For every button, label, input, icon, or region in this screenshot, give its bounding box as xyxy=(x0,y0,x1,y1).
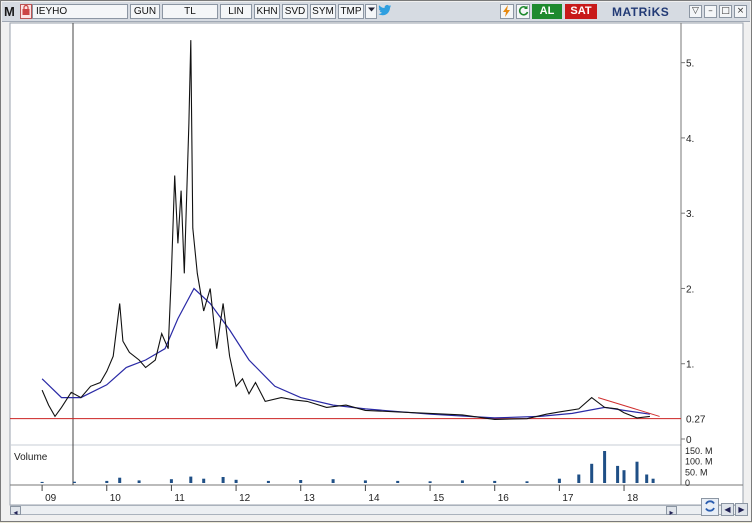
volume-bar xyxy=(525,481,529,483)
support-value-label: 0.27 xyxy=(686,415,706,426)
scroll-right-icon[interactable]: ▸ xyxy=(666,506,677,517)
volume-tick-label: 100. M xyxy=(685,457,713,467)
volume-tick-label: 150. M xyxy=(685,446,713,456)
volume-bar xyxy=(105,480,109,483)
sync-icon[interactable] xyxy=(701,498,719,516)
volume-bar xyxy=(169,479,173,483)
horizontal-scrollbar[interactable] xyxy=(10,505,743,515)
x-tick-label: 14 xyxy=(368,493,380,504)
volume-bar xyxy=(493,480,497,483)
volume-bar xyxy=(651,478,655,483)
volume-bar xyxy=(622,470,626,483)
x-tick-label: 12 xyxy=(239,493,251,504)
volume-bar xyxy=(363,480,367,483)
y-tick-label: 0 xyxy=(686,435,692,446)
x-tick-label: 18 xyxy=(627,493,639,504)
x-tick-label: 09 xyxy=(45,493,57,504)
volume-bar xyxy=(428,481,432,483)
volume-bar xyxy=(635,461,639,483)
y-tick-label: 2. xyxy=(686,284,694,295)
volume-bar xyxy=(266,480,270,483)
x-tick-label: 11 xyxy=(174,493,185,504)
volume-bar xyxy=(557,478,561,483)
scroll-left-icon[interactable]: ◂ xyxy=(10,506,21,517)
pan-right-icon[interactable]: ▶ xyxy=(735,503,748,516)
chart-background xyxy=(9,22,744,506)
volume-tick-label: 50. M xyxy=(685,467,708,477)
y-tick-label: 5. xyxy=(686,59,694,70)
y-tick-label: 4. xyxy=(686,134,694,145)
pan-left-icon[interactable]: ◀ xyxy=(721,503,734,516)
volume-bar xyxy=(118,477,122,483)
chart-window: M IEYHO GUN TL LIN KHN SVD SYM TMP AL SA… xyxy=(0,0,752,522)
volume-bar xyxy=(396,480,400,483)
volume-bar xyxy=(40,481,44,483)
volume-bar xyxy=(189,476,193,483)
volume-bar xyxy=(603,451,607,483)
price-chart[interactable]: 01.2.3.4.5.0.27Volume150. M100. M50. M00… xyxy=(1,1,752,523)
x-tick-label: 16 xyxy=(498,493,510,504)
volume-panel-label: Volume xyxy=(14,452,48,463)
volume-bar xyxy=(299,480,303,483)
x-tick-label: 13 xyxy=(304,493,316,504)
x-tick-label: 10 xyxy=(110,493,122,504)
volume-bar xyxy=(616,465,620,483)
y-tick-label: 1. xyxy=(686,360,694,371)
volume-bar xyxy=(234,479,238,483)
volume-bar xyxy=(645,474,649,483)
x-tick-label: 15 xyxy=(433,493,445,504)
volume-bar xyxy=(202,478,206,483)
x-tick-label: 17 xyxy=(562,493,574,504)
volume-bar xyxy=(331,479,335,483)
volume-bar xyxy=(590,463,594,483)
y-tick-label: 3. xyxy=(686,209,694,220)
volume-bar xyxy=(137,480,141,483)
volume-bar xyxy=(577,474,581,483)
volume-tick-label: 0 xyxy=(685,478,690,488)
volume-bar xyxy=(221,477,225,483)
volume-bar xyxy=(460,480,464,483)
volume-bar xyxy=(72,481,76,483)
